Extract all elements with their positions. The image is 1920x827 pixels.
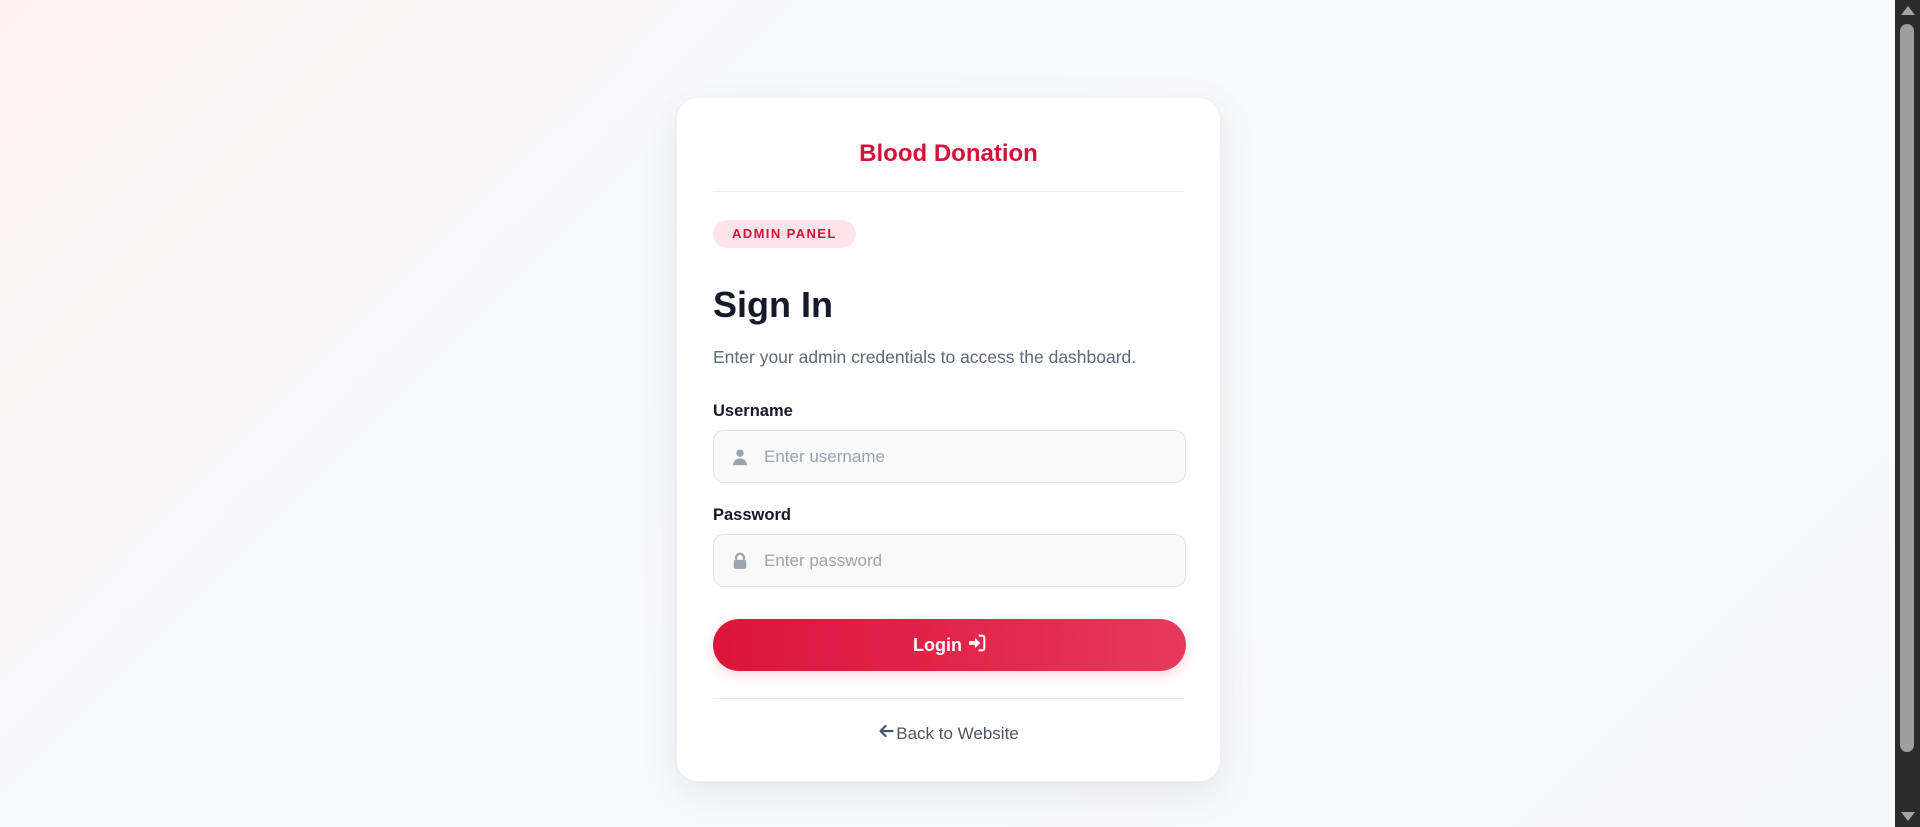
arrow-left-icon <box>878 723 894 744</box>
divider <box>713 191 1184 192</box>
back-to-website-link[interactable]: Back to Website <box>677 723 1220 744</box>
login-card: Blood Donation ADMIN PANEL Sign In Enter… <box>676 97 1221 782</box>
back-to-website-label: Back to Website <box>896 723 1019 743</box>
lock-icon <box>731 552 749 570</box>
admin-panel-badge: ADMIN PANEL <box>713 220 856 248</box>
password-label: Password <box>713 506 791 524</box>
username-input[interactable] <box>764 431 1174 482</box>
password-field[interactable] <box>713 534 1186 587</box>
scroll-up-icon[interactable] <box>1901 6 1915 15</box>
scroll-thumb[interactable] <box>1900 24 1914 752</box>
sign-in-icon <box>968 634 986 657</box>
page-background: Blood Donation ADMIN PANEL Sign In Enter… <box>0 0 1895 827</box>
page-subtitle: Enter your admin credentials to access t… <box>713 347 1137 367</box>
login-button-label: Login <box>913 634 962 655</box>
user-icon <box>731 448 749 466</box>
brand-title: Blood Donation <box>859 140 1038 167</box>
username-field[interactable] <box>713 430 1186 483</box>
username-label: Username <box>713 402 793 420</box>
scroll-down-icon[interactable] <box>1901 812 1915 821</box>
vertical-scrollbar[interactable] <box>1895 0 1920 827</box>
divider <box>713 698 1184 699</box>
password-input[interactable] <box>764 535 1174 586</box>
page-title: Sign In <box>713 284 833 325</box>
login-button[interactable]: Login <box>713 619 1186 671</box>
